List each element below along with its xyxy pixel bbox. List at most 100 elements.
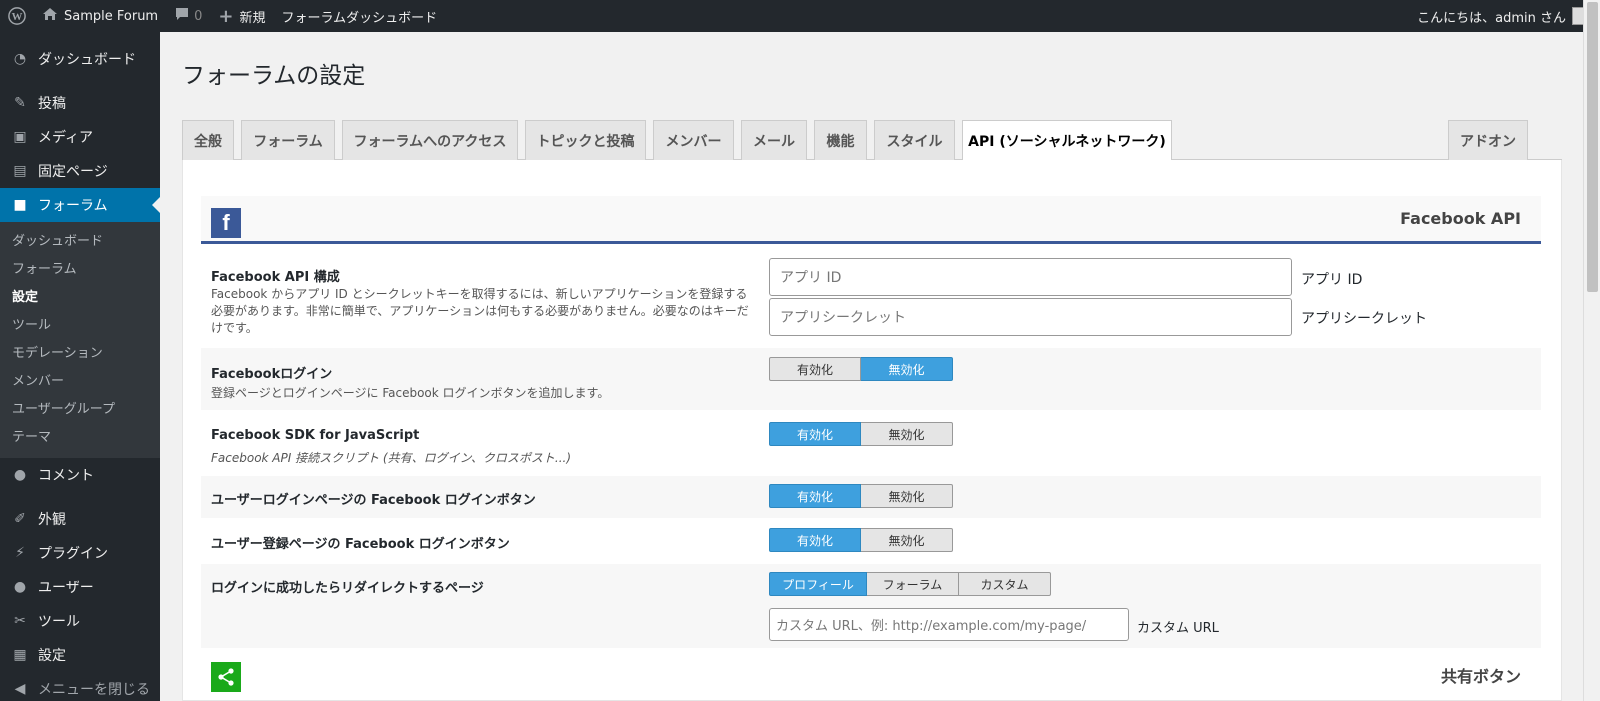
facebook-sdk-enable-button[interactable]: 有効化 xyxy=(769,422,861,446)
new-content-link[interactable]: + 新規 xyxy=(210,0,273,32)
forum-icon: ■ xyxy=(13,197,27,213)
tab-forums[interactable]: フォーラム xyxy=(241,120,335,160)
tab-members[interactable]: メンバー xyxy=(653,120,734,160)
menu-posts[interactable]: ✎ 投稿 xyxy=(0,86,160,120)
facebook-login-toggle: 有効化 無効化 xyxy=(769,357,953,381)
comments-link[interactable]: 0 xyxy=(166,0,210,32)
comments-count: 0 xyxy=(194,8,203,24)
redirect-label: ログインに成功したらリダイレクトするページ xyxy=(211,581,484,596)
submenu-themes[interactable]: テーマ xyxy=(0,424,160,452)
page-scrollbar[interactable] xyxy=(1583,0,1600,701)
login-page-button-row: ユーザーログインページの Facebook ログインボタン 有効化 無効化 xyxy=(201,476,1541,518)
plugin-icon: ⚡ xyxy=(15,545,25,561)
custom-url-label: カスタム URL xyxy=(1137,621,1219,636)
user-icon: ● xyxy=(13,579,27,595)
app-id-input[interactable]: アプリ ID xyxy=(769,258,1292,296)
redirect-profile-option[interactable]: プロフィール xyxy=(769,572,867,596)
login-page-enable-button[interactable]: 有効化 xyxy=(769,484,861,508)
menu-collapse[interactable]: ◀ メニューを閉じる xyxy=(0,672,160,701)
forum-dashboard-link[interactable]: フォーラムダッシュボード xyxy=(273,0,445,32)
media-icon: ▣ xyxy=(13,129,27,145)
login-page-button-label: ユーザーログインページの Facebook ログインボタン xyxy=(211,493,536,508)
submenu-moderation[interactable]: モデレーション xyxy=(0,340,160,368)
facebook-api-config-desc: Facebook からアプリ ID とシークレットキーを取得するには、新しいアプ… xyxy=(211,287,749,335)
tab-forum-access[interactable]: フォーラムへのアクセス xyxy=(342,120,518,160)
facebook-login-row: Facebookログイン 登録ページとログインページに Facebook ログイ… xyxy=(201,348,1541,410)
register-page-enable-button[interactable]: 有効化 xyxy=(769,528,861,552)
site-name-link[interactable]: Sample Forum xyxy=(34,0,166,32)
comment-bubble-icon xyxy=(174,7,190,25)
facebook-api-title: Facebook API xyxy=(1400,209,1521,228)
app-secret-input[interactable]: アプリシークレット xyxy=(769,298,1292,336)
svg-text:W: W xyxy=(12,11,23,23)
facebook-login-desc: 登録ページとログインページに Facebook ログインボタンを追加します。 xyxy=(211,386,610,400)
menu-dashboard[interactable]: ◔ ダッシュボード xyxy=(0,42,160,76)
register-page-button-toggle: 有効化 無効化 xyxy=(769,528,953,552)
tab-api-social[interactable]: API (ソーシャルネットワーク) xyxy=(962,120,1172,161)
home-icon xyxy=(42,7,58,25)
submenu-tools[interactable]: ツール xyxy=(0,312,160,340)
app-secret-label: アプリシークレット xyxy=(1301,311,1427,327)
comment-icon: ● xyxy=(13,467,27,483)
menu-media[interactable]: ▣ メディア xyxy=(0,120,160,154)
facebook-login-disable-button[interactable]: 無効化 xyxy=(861,357,953,381)
submenu-dashboard[interactable]: ダッシュボード xyxy=(0,228,160,256)
facebook-sdk-disable-button[interactable]: 無効化 xyxy=(861,422,953,446)
page-title: フォーラムの設定 xyxy=(182,63,366,89)
menu-comments[interactable]: ● コメント xyxy=(0,458,160,492)
redirect-forum-option[interactable]: フォーラム xyxy=(867,572,959,596)
wordpress-logo-icon[interactable]: W xyxy=(0,0,34,32)
share-buttons-header: 共有ボタン xyxy=(201,650,1541,698)
menu-appearance[interactable]: ✐ 外観 xyxy=(0,502,160,536)
app-id-label: アプリ ID xyxy=(1301,272,1363,288)
submenu-usergroups[interactable]: ユーザーグループ xyxy=(0,396,160,424)
facebook-sdk-desc: Facebook API 接続スクリプト (共有、ログイン、クロスポスト...) xyxy=(211,451,572,465)
redirect-custom-option[interactable]: カスタム xyxy=(959,572,1051,596)
settings-panel: f Facebook API Facebook API 構成 Facebook … xyxy=(182,160,1562,701)
user-account-menu[interactable]: こんにちは、admin さん xyxy=(1409,0,1600,32)
facebook-login-label: Facebookログイン xyxy=(211,367,333,382)
menu-pages[interactable]: ▤ 固定ページ xyxy=(0,154,160,188)
register-page-button-label: ユーザー登録ページの Facebook ログインボタン xyxy=(211,537,510,552)
submenu-settings[interactable]: 設定 xyxy=(0,284,160,312)
register-page-button-row: ユーザー登録ページの Facebook ログインボタン 有効化 無効化 xyxy=(201,520,1541,562)
main-content: フォーラムの設定 全般 フォーラム フォーラムへのアクセス トピックと投稿 メン… xyxy=(160,32,1583,701)
redirect-row: ログインに成功したらリダイレクトするページ プロフィール フォーラム カスタム … xyxy=(201,564,1541,648)
tab-addons[interactable]: アドオン xyxy=(1448,120,1528,160)
forum-submenu: ダッシュボード フォーラム 設定 ツール モデレーション メンバー ユーザーグル… xyxy=(0,222,160,458)
plus-icon: + xyxy=(218,5,234,27)
tab-topics-posts[interactable]: トピックと投稿 xyxy=(525,120,646,160)
register-page-disable-button[interactable]: 無効化 xyxy=(861,528,953,552)
appearance-icon: ✐ xyxy=(14,511,26,527)
admin-bar: W Sample Forum 0 + 新規 フォーラムダッシュボード こんにちは… xyxy=(0,0,1600,32)
facebook-sdk-label: Facebook SDK for JavaScript xyxy=(211,428,420,443)
tab-features[interactable]: 機能 xyxy=(814,120,867,160)
tab-general[interactable]: 全般 xyxy=(182,120,234,160)
wrench-icon: ✂ xyxy=(14,613,26,629)
facebook-icon: f xyxy=(211,208,241,238)
redirect-options: プロフィール フォーラム カスタム xyxy=(769,572,1051,596)
facebook-login-enable-button[interactable]: 有効化 xyxy=(769,357,861,381)
pin-icon: ✎ xyxy=(14,95,26,111)
greeting-text: こんにちは、admin さん xyxy=(1417,10,1566,26)
share-buttons-title: 共有ボタン xyxy=(1440,667,1521,686)
tab-email[interactable]: メール xyxy=(741,120,807,160)
scrollbar-thumb[interactable] xyxy=(1587,2,1598,292)
facebook-api-config-row: Facebook API 構成 Facebook からアプリ ID とシークレッ… xyxy=(201,250,1541,346)
settings-icon: ▦ xyxy=(13,647,27,663)
login-page-button-toggle: 有効化 無効化 xyxy=(769,484,953,508)
facebook-api-header: f Facebook API xyxy=(201,196,1541,244)
tab-style[interactable]: スタイル xyxy=(874,120,955,160)
menu-tools[interactable]: ✂ ツール xyxy=(0,604,160,638)
dashboard-icon: ◔ xyxy=(13,51,27,67)
menu-forum[interactable]: ■ フォーラム xyxy=(0,188,160,222)
submenu-members[interactable]: メンバー xyxy=(0,368,160,396)
menu-plugins[interactable]: ⚡ プラグイン xyxy=(0,536,160,570)
menu-settings[interactable]: ▦ 設定 xyxy=(0,638,160,672)
custom-url-input[interactable]: カスタム URL、例: http://example.com/my-page/ xyxy=(769,608,1129,641)
login-page-disable-button[interactable]: 無効化 xyxy=(861,484,953,508)
facebook-sdk-row: Facebook SDK for JavaScript Facebook API… xyxy=(201,412,1541,474)
collapse-icon: ◀ xyxy=(14,681,26,697)
submenu-forums[interactable]: フォーラム xyxy=(0,256,160,284)
menu-users[interactable]: ● ユーザー xyxy=(0,570,160,604)
